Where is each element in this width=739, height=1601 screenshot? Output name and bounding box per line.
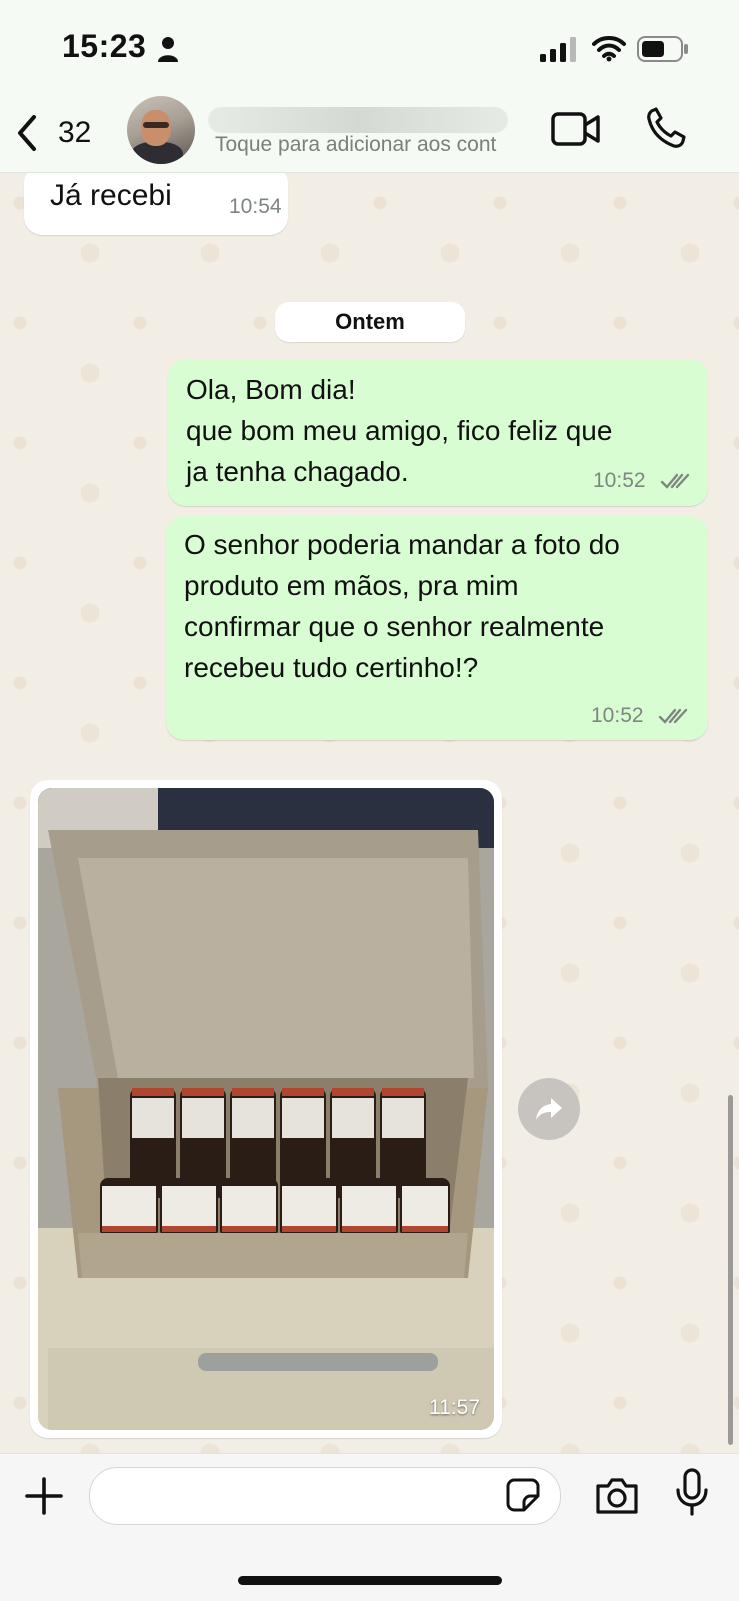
message-time: 10:54 [229, 195, 282, 218]
chevron-left-icon [18, 115, 36, 151]
message-bubble-outgoing[interactable]: O senhor poderia mandar a foto do produt… [166, 516, 708, 740]
signal-icon [540, 37, 576, 62]
battery-icon [637, 36, 688, 62]
home-indicator [238, 1576, 502, 1585]
video-call-icon[interactable] [551, 111, 601, 147]
unread-count: 32 [58, 116, 92, 149]
read-receipt-icon [660, 473, 690, 489]
read-receipt-icon [658, 708, 688, 724]
message-text: Já recebi [50, 179, 172, 212]
avatar[interactable] [127, 96, 195, 164]
wifi-icon [592, 36, 626, 62]
forward-button[interactable] [518, 1078, 580, 1140]
phone-icon[interactable] [646, 107, 686, 149]
forward-icon [536, 1098, 562, 1120]
scrollbar[interactable] [728, 1095, 733, 1445]
bottles [100, 1088, 450, 1238]
message-bubble-outgoing[interactable]: Ola, Bom dia! que bom meu amigo, fico fe… [168, 359, 708, 506]
sticker-icon[interactable] [506, 1478, 540, 1512]
person-icon [158, 37, 178, 62]
message-text: Ola, Bom dia! que bom meu amigo, fico fe… [186, 374, 613, 487]
mic-icon[interactable] [675, 1468, 709, 1516]
status-time: 15:23 [62, 28, 147, 64]
message-input-field[interactable] [89, 1467, 561, 1525]
contact-subtitle[interactable]: Toque para adicionar aos cont [215, 133, 535, 157]
date-separator: Ontem [275, 302, 465, 342]
chat-header: 32 Toque para adicionar aos cont [0, 95, 739, 173]
message-text: O senhor poderia mandar a foto do produt… [184, 529, 620, 683]
image-time: 11:57 [429, 1396, 480, 1419]
message-time: 10:52 [591, 704, 644, 727]
camera-icon[interactable] [594, 1474, 640, 1516]
plus-icon[interactable] [24, 1476, 64, 1516]
message-time: 10:52 [593, 469, 646, 492]
message-input[interactable] [110, 1468, 494, 1524]
status-bar: 15:23 [0, 0, 739, 95]
contact-name-redacted[interactable] [208, 107, 508, 133]
photo-box-of-bottles [38, 788, 494, 1430]
input-bar [0, 1453, 739, 1601]
message-bubble-incoming[interactable]: Já recebi 10:54 [24, 173, 288, 235]
product-photo[interactable]: 11:57 [38, 788, 494, 1430]
chat-area[interactable]: Já recebi 10:54 Ontem Ola, Bom dia! que … [0, 173, 739, 1453]
image-message[interactable]: 11:57 [30, 780, 502, 1438]
back-button[interactable]: 32 [14, 107, 104, 159]
